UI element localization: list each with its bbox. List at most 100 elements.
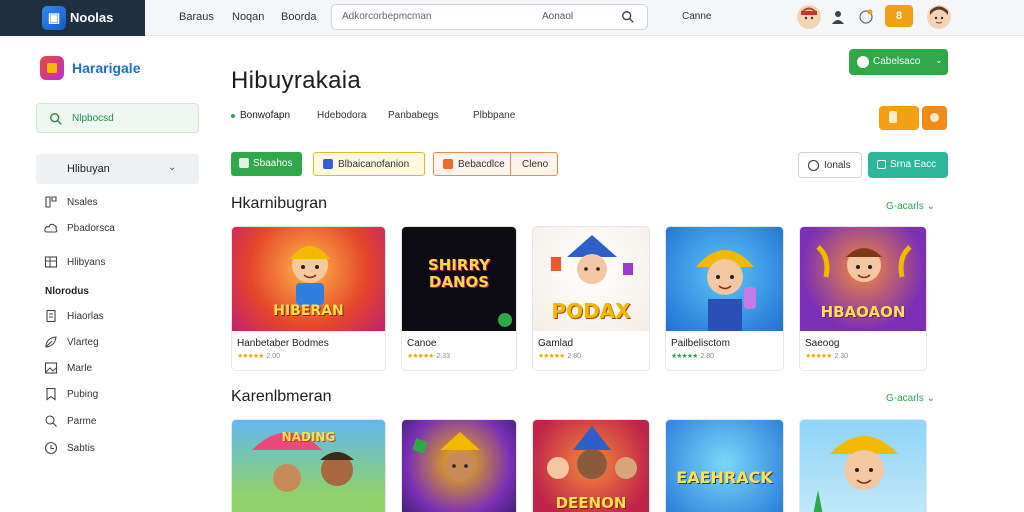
game-meta: 2.00 [266, 353, 281, 360]
game-card[interactable]: HBAOAON Saeoog ★★★★★ 2.30 [799, 226, 927, 371]
sidebar-category-dropdown[interactable]: Hlibuyan ⌄ [36, 154, 199, 184]
active-tab-dot [231, 114, 235, 118]
game-art-title: PODAX [551, 299, 631, 323]
tab-3[interactable]: Panbabegs [388, 110, 439, 121]
game-card[interactable]: PODAX Gamlad ★★★★★ 2.80 [532, 226, 650, 371]
teal-action-button[interactable]: Srna Eacc [868, 152, 948, 178]
top-link[interactable]: Canne [682, 11, 711, 22]
grid-icon [45, 196, 57, 208]
clock-icon [44, 441, 58, 455]
game-card[interactable]: HIBERAN Hanbetaber Bodmes ★★★★★ 2.00 [231, 226, 386, 371]
star-rating-icon: ★★★★★ [237, 353, 264, 360]
sidebar-item-label: Sabtis [67, 443, 95, 454]
sidebar-item-5[interactable]: Vlarteg [44, 334, 194, 352]
search-input[interactable]: Adkorcorbepmcman Aonaol [331, 4, 648, 30]
topnav-item-2[interactable]: Noqan [232, 11, 264, 23]
game-art-title: EAEHRACK [676, 468, 773, 487]
filter-chip-green[interactable]: Sbaahos [231, 152, 302, 176]
chip-label: Blbaicanofanion [338, 159, 410, 170]
gift-icon [889, 111, 897, 123]
table-icon [44, 256, 58, 268]
filter-chip-orange[interactable]: Bebacdlce Cleno [433, 152, 558, 176]
filter-chip-yellow[interactable]: Blbaicanofanion [313, 152, 425, 176]
sidebar-category-label: Hlibuyan [67, 163, 110, 175]
filter-icon [808, 160, 819, 171]
game-thumbnail [666, 227, 783, 331]
topnav-item-1[interactable]: Baraus [179, 11, 214, 23]
game-card[interactable] [401, 419, 517, 512]
game-rating: ★★★★★ 2.80 [671, 352, 714, 360]
search-icon [45, 415, 57, 427]
notification-badge[interactable]: 8 [885, 5, 913, 27]
game-name: Saeoog [805, 338, 840, 349]
sidebar-item-label: Marle [67, 363, 93, 374]
sidebar: Hararigale Nlpbocsd Hlibuyan ⌄ Nsales Pb… [0, 36, 215, 512]
game-name: Gamlad [538, 338, 574, 349]
tab-2[interactable]: Hdebodora [317, 110, 366, 121]
section-title: Hkarnibugran [231, 195, 328, 212]
game-art-title: HIBERAN [273, 303, 344, 319]
coin-icon [930, 113, 939, 122]
sidebar-item-2[interactable]: Pbadorsca [44, 220, 194, 238]
search-scope[interactable]: Aonaol [542, 11, 573, 22]
cta-label: Cabelsaco [873, 56, 921, 67]
game-art-title: HBAOAON [820, 303, 906, 321]
document-icon [46, 309, 56, 323]
chip-label: Sbaahos [253, 158, 293, 169]
star-rating-icon: ★★★★★ [407, 353, 434, 360]
game-name: Hanbetaber Bodmes [237, 338, 329, 349]
see-all-link[interactable]: G-acarls ⌄ [886, 393, 935, 404]
brand-name: Noolas [70, 10, 114, 25]
game-meta: 2.33 [436, 353, 451, 360]
sidebar-item-label: Hlibyans [67, 257, 106, 268]
sidebar-item-7[interactable]: Pubing [44, 386, 194, 404]
orange-action-button-1[interactable] [879, 106, 919, 130]
sidebar-item-6[interactable]: Marle [44, 360, 194, 378]
tab-4[interactable]: Plbbpane [473, 110, 515, 121]
filter-button[interactable]: Ionals [798, 152, 862, 178]
character-icon [813, 436, 898, 512]
game-thumbnail: SHIRRY DANOS [402, 227, 516, 331]
game-card[interactable] [799, 419, 927, 512]
game-card[interactable]: Pailbelisctom ★★★★★ 2.80 [665, 226, 784, 371]
tab-1[interactable]: Bonwofapn [240, 110, 290, 121]
see-all-link[interactable]: G-acarls ⌄ [886, 201, 935, 212]
chip-divider [510, 153, 511, 175]
see-all-label: G-acarls [886, 201, 924, 212]
notification-icon[interactable] [858, 9, 874, 25]
orange-action-button-2[interactable] [922, 106, 947, 130]
game-name: Canoe [407, 338, 437, 349]
sidebar-item-4[interactable]: Hiaorlas [44, 308, 194, 326]
primary-cta-button[interactable]: Cabelsaco ⌄ [849, 49, 948, 75]
chip-label-secondary[interactable]: Cleno [522, 159, 548, 170]
sidebar-item-1[interactable]: Nsales [44, 194, 194, 212]
cloud-icon [44, 223, 58, 233]
game-art-title: DEENON [555, 494, 627, 512]
game-rating: ★★★★★ 2.80 [538, 352, 581, 360]
brand-logo-icon: ▣ [42, 6, 66, 30]
sidebar-search-input[interactable]: Nlpbocsd [36, 103, 199, 133]
search-icon[interactable] [621, 10, 635, 24]
game-thumbnail: HIBERAN [232, 227, 385, 331]
brand-block[interactable]: ▣ Noolas [0, 0, 145, 36]
game-card[interactable]: SHIRRY DANOS Canoe ★★★★★ 2.33 [401, 226, 517, 371]
section-title: Karenlbmeran [231, 388, 332, 405]
sidebar-item-8[interactable]: Parme [44, 413, 194, 431]
game-card[interactable]: DEENON [532, 419, 650, 512]
game-card[interactable]: EAEHRACK [665, 419, 784, 512]
chevron-down-icon: ⌄ [926, 393, 935, 404]
sidebar-item-9[interactable]: Sabtis [44, 440, 194, 458]
game-card[interactable]: NADING [231, 419, 386, 512]
sidebar-item-3[interactable]: Hlibyans [44, 254, 194, 272]
star-rating-icon: ★★★★★ [805, 353, 832, 360]
user-icon[interactable] [830, 9, 846, 25]
chevron-down-icon: ⌄ [935, 55, 943, 65]
profile-avatar[interactable] [927, 5, 951, 29]
game-art-title: NADING [281, 430, 336, 444]
game-meta: 2.80 [567, 353, 582, 360]
sidebar-item-label: Nsales [67, 197, 98, 208]
topnav-item-3[interactable]: Boorda [281, 11, 316, 23]
chip-label: Bebacdlce [458, 159, 505, 170]
avatar-icon[interactable] [797, 5, 821, 29]
game-meta: 2.30 [834, 353, 849, 360]
